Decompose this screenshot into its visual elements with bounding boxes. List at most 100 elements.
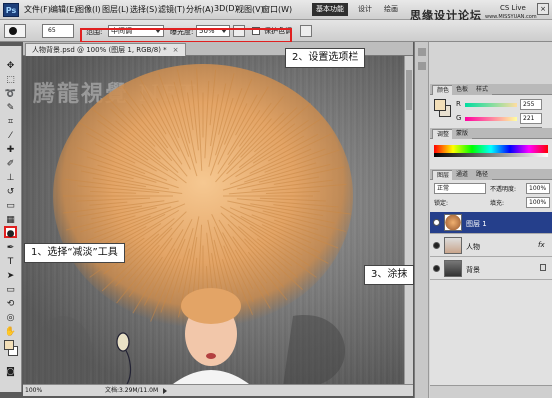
gradient-tool-icon[interactable]: ▦ bbox=[4, 214, 17, 226]
menu-filter[interactable]: 滤镜(T) bbox=[158, 4, 185, 15]
headphone-cord bbox=[116, 332, 132, 384]
marquee-tool-icon[interactable]: ⬚ bbox=[4, 74, 17, 86]
cs-live-button[interactable]: CS Live bbox=[500, 4, 526, 12]
pen-tool-icon[interactable]: ✒ bbox=[4, 242, 17, 254]
status-bar: 100% 文档:3.29M/11.0M bbox=[23, 384, 413, 396]
menu-window[interactable]: 窗口(W) bbox=[262, 4, 292, 15]
menu-edit[interactable]: 编辑(E) bbox=[50, 4, 77, 15]
tab-styles[interactable]: 样式 bbox=[472, 85, 493, 95]
panel-dock bbox=[415, 42, 429, 398]
menu-layer[interactable]: 图层(L) bbox=[102, 4, 129, 15]
eraser-tool-icon[interactable]: ▭ bbox=[4, 200, 17, 212]
tablet-pressure-icon[interactable] bbox=[300, 25, 312, 37]
menu-view[interactable]: 视图(V) bbox=[236, 4, 264, 15]
layer-row-layer1[interactable]: 图层 1 bbox=[430, 212, 552, 234]
brush-size-value: 65 bbox=[48, 27, 56, 34]
tab-layers[interactable]: 图层 bbox=[432, 170, 455, 180]
document-tab[interactable]: 人物背景.psd @ 100% (图层 1, RGB/8) * × bbox=[25, 43, 186, 56]
tab-masks[interactable]: 蒙版 bbox=[452, 129, 473, 139]
options-highlight-box bbox=[80, 28, 292, 43]
menu-file[interactable]: 文件(F) bbox=[24, 4, 51, 15]
layer-name: 人物 bbox=[466, 243, 480, 251]
crop-tool-icon[interactable]: ⌗ bbox=[4, 116, 17, 128]
step1-callout: 1、选择“减淡”工具 bbox=[24, 243, 125, 263]
menu-select[interactable]: 选择(S) bbox=[130, 4, 157, 15]
foreground-color-swatch[interactable] bbox=[4, 340, 14, 350]
actions-icon[interactable] bbox=[418, 62, 426, 70]
path-select-tool-icon[interactable]: ➤ bbox=[4, 270, 17, 282]
color-spectrum[interactable] bbox=[434, 145, 548, 153]
history-brush-tool-icon[interactable]: ↺ bbox=[4, 186, 17, 198]
history-icon[interactable] bbox=[418, 48, 426, 56]
eye-icon[interactable] bbox=[433, 242, 440, 249]
layer-name: 图层 1 bbox=[466, 220, 487, 228]
layers-panel-footer bbox=[430, 385, 552, 398]
blend-mode-select[interactable]: 正常 bbox=[434, 183, 486, 194]
opacity-input[interactable]: 100% bbox=[526, 183, 550, 194]
lasso-tool-icon[interactable]: ➰ bbox=[4, 88, 17, 100]
workspace-painting[interactable]: 绘画 bbox=[384, 4, 398, 14]
shadow-shape bbox=[33, 316, 93, 384]
layer-row-background[interactable]: 背景 bbox=[430, 258, 552, 280]
g-value[interactable]: 221 bbox=[520, 113, 542, 124]
clone-stamp-tool-icon[interactable]: ⊥ bbox=[4, 172, 17, 184]
close-icon[interactable]: × bbox=[173, 46, 179, 54]
workspace-design[interactable]: 设计 bbox=[358, 4, 372, 14]
fill-input[interactable]: 100% bbox=[526, 197, 550, 208]
zoom-level[interactable]: 100% bbox=[25, 385, 42, 396]
layer-row-person[interactable]: 人物 fx bbox=[430, 235, 552, 257]
layers-panel-tabs: 图层 通道 路径 bbox=[430, 169, 552, 180]
quick-select-tool-icon[interactable]: ✎ bbox=[4, 102, 17, 114]
channel-row-r: R 255 bbox=[456, 99, 552, 111]
layer-thumbnail bbox=[444, 214, 462, 231]
eye-icon[interactable] bbox=[433, 265, 440, 272]
brush-tool-icon[interactable]: ✐ bbox=[4, 158, 17, 170]
fill-label: 填充: bbox=[490, 200, 505, 207]
quick-mask-icon[interactable]: ◙ bbox=[4, 366, 17, 378]
menu-image[interactable]: 图像(I) bbox=[76, 4, 101, 15]
r-slider[interactable] bbox=[465, 103, 517, 107]
tab-paths[interactable]: 路径 bbox=[472, 170, 493, 180]
tab-adjustments[interactable]: 调整 bbox=[432, 129, 455, 139]
right-panels: 颜色 色板 样式 R 255 G 221 B 160 bbox=[414, 42, 552, 398]
document-size: 文档:3.29M/11.0M bbox=[105, 387, 159, 394]
document-title: 人物背景.psd @ 100% (图层 1, RGB/8) * bbox=[32, 46, 167, 54]
tab-swatches[interactable]: 色板 bbox=[452, 85, 473, 95]
menu-bar: Ps 文件(F) 编辑(E) 图像(I) 图层(L) 选择(S) 滤镜(T) 分… bbox=[0, 0, 552, 22]
dodge-tool-icon[interactable]: ● bbox=[4, 226, 17, 239]
lock-icon bbox=[540, 264, 546, 271]
move-tool-icon[interactable]: ✥ bbox=[4, 60, 17, 72]
fg-color-chip[interactable] bbox=[434, 99, 446, 111]
menu-3d[interactable]: 3D(D) bbox=[214, 4, 238, 13]
fur-hair bbox=[53, 64, 353, 328]
grayscale-ramp[interactable] bbox=[434, 153, 548, 157]
chevron-right-icon[interactable] bbox=[163, 388, 167, 394]
close-window-icon[interactable]: × bbox=[537, 3, 549, 15]
eyedropper-tool-icon[interactable]: ⁄ bbox=[4, 130, 17, 142]
vertical-scrollbar[interactable] bbox=[404, 56, 413, 384]
workspace-essentials-button[interactable]: 基本功能 bbox=[312, 3, 348, 16]
brush-picker[interactable]: 65 bbox=[42, 24, 74, 38]
character-face bbox=[173, 288, 249, 384]
step3-callout: 3、涂抹 bbox=[364, 265, 415, 285]
tab-channels[interactable]: 通道 bbox=[452, 170, 473, 180]
eye-icon[interactable] bbox=[433, 219, 440, 226]
scrollbar-thumb[interactable] bbox=[406, 70, 412, 110]
toolbox: ✥ ⬚ ➰ ✎ ⌗ ⁄ ✚ ✐ ⊥ ↺ ▭ ▦ ● ✒ T ➤ ▭ ⟲ ◎ ✋ … bbox=[0, 46, 22, 392]
layer-thumbnail bbox=[444, 260, 462, 277]
r-value[interactable]: 255 bbox=[520, 99, 542, 110]
document-canvas[interactable]: 腾龍視覺 NET bbox=[23, 56, 413, 384]
tool-preset-picker[interactable] bbox=[4, 24, 26, 38]
3d-rotate-tool-icon[interactable]: ⟲ bbox=[4, 298, 17, 310]
photoshop-logo: Ps bbox=[3, 3, 19, 17]
3d-orbit-tool-icon[interactable]: ◎ bbox=[4, 312, 17, 324]
adjust-panel-tabs: 调整 蒙版 bbox=[430, 128, 552, 139]
healing-brush-tool-icon[interactable]: ✚ bbox=[4, 144, 17, 156]
hand-tool-icon[interactable]: ✋ bbox=[4, 326, 17, 338]
fx-badge[interactable]: fx bbox=[538, 241, 545, 249]
menu-analysis[interactable]: 分析(A) bbox=[186, 4, 214, 15]
shape-tool-icon[interactable]: ▭ bbox=[4, 284, 17, 296]
type-tool-icon[interactable]: T bbox=[4, 256, 17, 268]
tab-color[interactable]: 颜色 bbox=[432, 85, 455, 95]
g-slider[interactable] bbox=[465, 117, 517, 121]
